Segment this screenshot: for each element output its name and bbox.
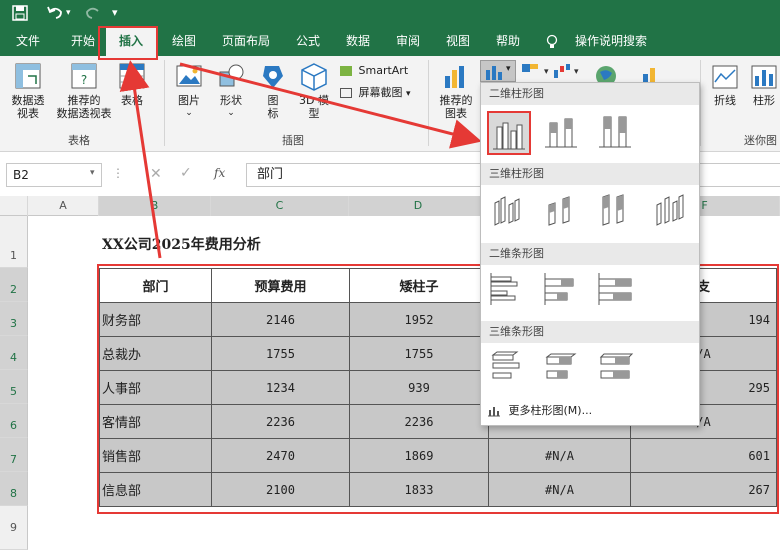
100-stacked-bar-icon [598,273,632,305]
stacked-column-icon [545,118,577,148]
3d-stacked-column-icon [548,196,570,226]
column-chart-dropdown-menu: 二维柱形图 三维柱形图 二维条形图 三维条形图 更多柱形图(M)... [480,82,700,426]
clustered-column-icon [493,122,525,150]
clustered-column-option[interactable] [487,111,531,155]
3d-column-option[interactable] [649,189,693,233]
stacked-column-option[interactable] [541,111,585,155]
100-stacked-column-option[interactable] [595,111,639,155]
3d-clustered-bar-icon [491,351,520,379]
section-3d-column: 三维柱形图 [481,163,699,185]
stacked-bar-icon [544,273,574,305]
3d-stacked-bar-option[interactable] [541,347,585,391]
3d-stacked-bar-icon [545,353,577,379]
section-2d-bar: 二维条形图 [481,243,699,265]
3d-column-icon [656,194,684,226]
stacked-bar-option[interactable] [541,269,585,313]
clustered-bar-icon [490,273,518,305]
3d-stacked-column-option[interactable] [541,189,585,233]
3d-100-stacked-bar-icon [599,353,634,379]
3d-clustered-column-icon [494,196,520,226]
3d-100-stacked-column-option[interactable] [595,189,639,233]
100-stacked-column-icon [599,116,631,148]
more-column-charts-label: 更多柱形图(M)... [508,404,593,417]
clustered-bar-option[interactable] [487,269,531,313]
3d-100-stacked-column-icon [602,194,624,226]
100-stacked-bar-option[interactable] [595,269,639,313]
3d-100-stacked-bar-option[interactable] [595,347,639,391]
chart-icon [488,407,500,417]
3d-clustered-bar-option[interactable] [487,347,531,391]
section-2d-column: 二维柱形图 [481,83,699,105]
section-3d-bar: 三维条形图 [481,321,699,343]
3d-clustered-column-option[interactable] [487,189,531,233]
more-column-charts-option[interactable]: 更多柱形图(M)... [487,401,693,421]
